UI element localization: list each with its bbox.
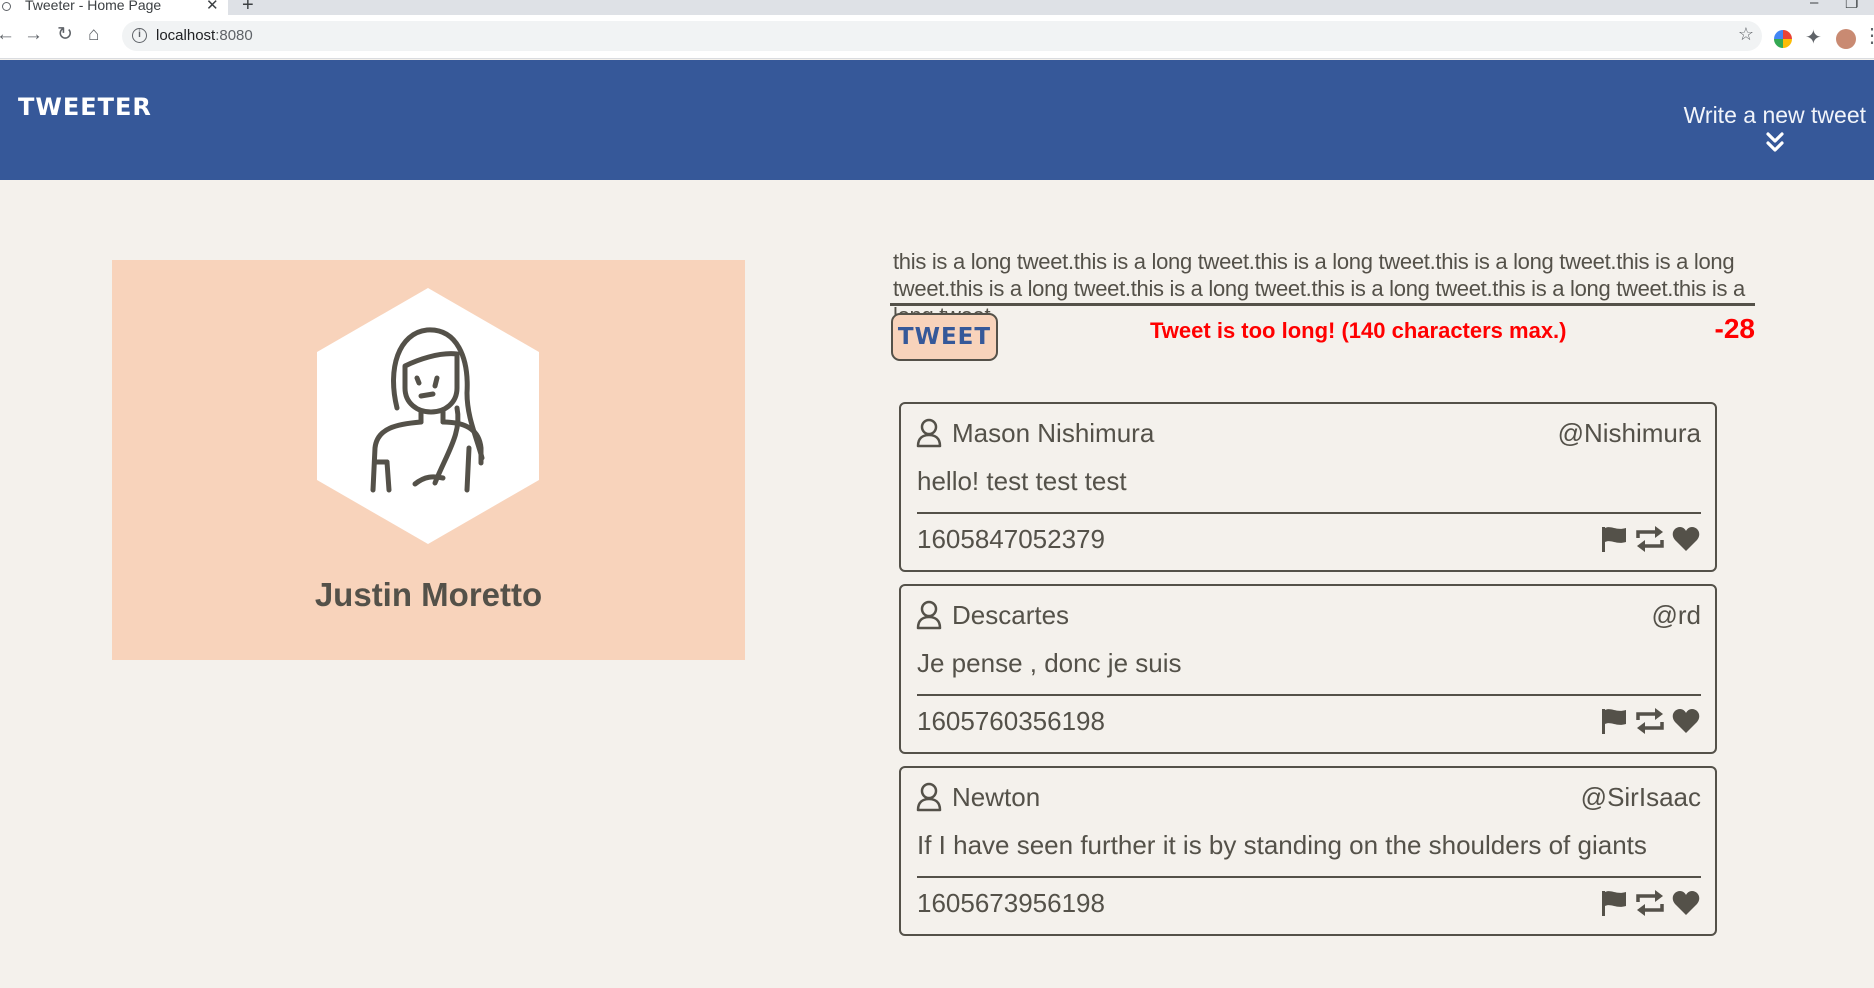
forward-arrow-icon[interactable]: → [24, 23, 43, 47]
url-text[interactable]: localhost:8080 [156, 27, 253, 44]
woman-avatar-icon [317, 288, 539, 544]
tweet-divider [917, 876, 1701, 878]
tab-title: Tweeter - Home Page [25, 0, 162, 13]
tweet-timestamp: 1605673956198 [917, 888, 1105, 918]
user-icon [916, 600, 942, 630]
retweet-icon[interactable] [1635, 706, 1665, 736]
retweet-icon[interactable] [1635, 888, 1665, 918]
tweet-divider [917, 512, 1701, 514]
tweet-author-handle: @rd [1651, 600, 1701, 630]
flag-icon[interactable] [1599, 888, 1629, 918]
heart-icon[interactable] [1671, 524, 1701, 554]
tweet-card: Descartes @rd Je pense , donc je suis 16… [899, 584, 1717, 754]
tweet-author-name: Descartes [952, 600, 1070, 630]
back-arrow-icon[interactable]: ← [0, 23, 15, 47]
tweet-text: hello! test test test [917, 466, 1127, 496]
bookmark-star-icon[interactable]: ☆ [1738, 24, 1754, 45]
home-icon[interactable]: ⌂ [88, 23, 99, 47]
close-tab-icon[interactable]: ✕ [206, 0, 219, 14]
tweet-actions [1599, 706, 1701, 736]
write-new-tweet-label: Write a new tweet [1683, 102, 1866, 128]
address-bar[interactable]: i localhost:8080 ☆ [122, 21, 1762, 51]
tweet-actions [1599, 888, 1701, 918]
user-icon [916, 418, 942, 448]
tweet-card: Mason Nishimura @Nishimura hello! test t… [899, 402, 1717, 572]
tweet-button[interactable]: TWEET [891, 313, 998, 361]
flag-icon[interactable] [1599, 706, 1629, 736]
browser-tab-strip: Tweeter - Home Page ✕ + – ❐ [0, 0, 1874, 16]
browser-tab[interactable]: Tweeter - Home Page ✕ [0, 0, 228, 15]
flag-icon[interactable] [1599, 524, 1629, 554]
tweet-author-handle: @SirIsaac [1580, 782, 1701, 812]
reload-icon[interactable]: ↻ [57, 23, 73, 47]
profile-card: Justin Moretto [112, 260, 745, 660]
tweet-actions [1599, 524, 1701, 554]
puzzle-extensions-icon[interactable]: ✦ [1805, 25, 1822, 50]
browser-toolbar: ← → ↻ ⌂ i localhost:8080 ☆ ✦ ⋮ [0, 15, 1874, 59]
compose-underline [890, 303, 1755, 306]
double-chevron-down-icon [1766, 132, 1784, 152]
profile-avatar-icon[interactable] [1836, 29, 1856, 49]
extension-icon[interactable] [1774, 30, 1792, 48]
heart-icon[interactable] [1671, 706, 1701, 736]
tweet-compose-textarea[interactable]: this is a long tweet.this is a long twee… [893, 248, 1755, 329]
tweet-author-name: Newton [952, 782, 1041, 812]
error-message: Tweet is too long! (140 characters max.) [1150, 318, 1567, 343]
retweet-icon[interactable] [1635, 524, 1665, 554]
globe-icon [2, 2, 11, 11]
brand-logo[interactable]: TWEETER [18, 93, 152, 121]
tweet-text: Je pense , donc je suis [917, 648, 1182, 678]
restore-icon[interactable]: ❐ [1845, 0, 1858, 12]
tweet-author-handle: @Nishimura [1557, 418, 1701, 448]
tweet-card: Newton @SirIsaac If I have seen further … [899, 766, 1717, 936]
info-icon[interactable]: i [132, 28, 147, 43]
heart-icon[interactable] [1671, 888, 1701, 918]
tweet-text: If I have seen further it is by standing… [917, 830, 1647, 860]
character-counter: -28 [1714, 313, 1755, 344]
tweet-timestamp: 1605847052379 [917, 524, 1105, 554]
menu-icon[interactable]: ⋮ [1862, 23, 1874, 48]
user-icon [916, 782, 942, 812]
tweet-author-name: Mason Nishimura [952, 418, 1155, 448]
profile-name: Justin Moretto [314, 576, 543, 613]
minimize-icon[interactable]: – [1810, 0, 1818, 11]
tweet-timestamp: 1605760356198 [917, 706, 1105, 736]
tweet-divider [917, 694, 1701, 696]
app-header: TWEETER Write a new tweet [0, 60, 1874, 180]
write-new-tweet-button[interactable]: Write a new tweet [1684, 102, 1866, 153]
